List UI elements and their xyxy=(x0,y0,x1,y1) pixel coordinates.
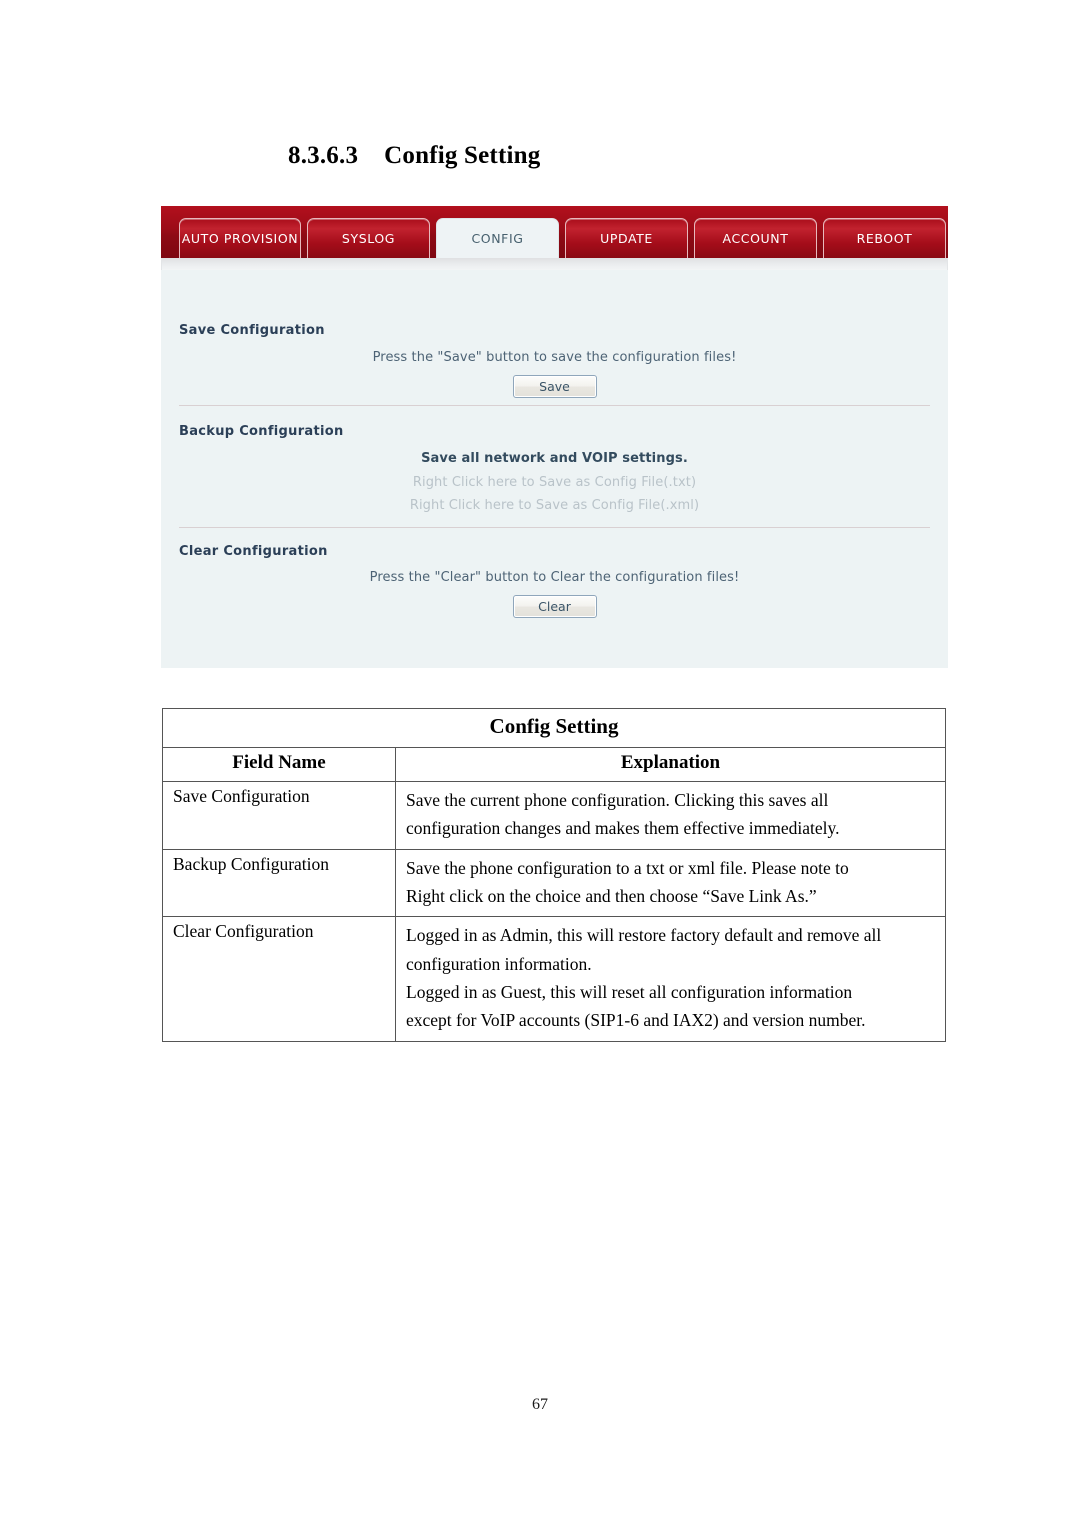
explanation-line: Logged in as Guest, this will reset all … xyxy=(406,982,853,1003)
explanation-line: configuration information. xyxy=(406,953,592,974)
clear-configuration-label: Clear Configuration xyxy=(179,544,328,559)
table-row: Backup Configuration Save the phone conf… xyxy=(162,848,946,918)
explanation-cell: Logged in as Admin, this will restore fa… xyxy=(395,916,946,1042)
table-title-row: Config Setting xyxy=(162,708,946,748)
tab-auto-provision[interactable]: AUTO PROVISION xyxy=(179,218,301,258)
tab-label: UPDATE xyxy=(600,231,653,246)
tab-update[interactable]: UPDATE xyxy=(565,218,688,258)
backup-link-xml[interactable]: Right Click here to Save as Config File(… xyxy=(179,498,930,513)
tab-label: AUTO PROVISION xyxy=(181,231,299,246)
save-configuration-description: Press the "Save" button to save the conf… xyxy=(372,350,737,365)
table-header-row: Field Name Explanation xyxy=(162,747,946,782)
tab-config[interactable]: CONFIG xyxy=(436,218,559,258)
section-title: Config Setting xyxy=(384,142,541,169)
webui-content-panel: Save Configuration Press the "Save" butt… xyxy=(161,270,948,668)
backup-link-txt[interactable]: Right Click here to Save as Config File(… xyxy=(179,475,930,490)
webui-screenshot: AUTO PROVISION SYSLOG CONFIG UPDATE ACCO… xyxy=(161,206,948,668)
tab-reboot[interactable]: REBOOT xyxy=(823,218,946,258)
clear-configuration-description: Press the "Clear" button to Clear the co… xyxy=(369,570,740,585)
column-header-field-name: Field Name xyxy=(162,747,396,782)
field-name-cell: Backup Configuration xyxy=(162,848,396,918)
page-number: 67 xyxy=(532,1396,548,1413)
explanation-line: except for VoIP accounts (SIP1-6 and IAX… xyxy=(406,1010,866,1031)
page-title: 8.3.6.3 Config Setting xyxy=(288,142,540,170)
section-number: 8.3.6.3 xyxy=(288,142,359,169)
table-title: Config Setting xyxy=(162,708,946,748)
explanation-cell: Save the phone configuration to a txt or… xyxy=(395,848,946,918)
column-header-explanation: Explanation xyxy=(395,747,946,782)
explanation-line: Save the current phone configuration. Cl… xyxy=(406,790,829,810)
table-row: Save Configuration Save the current phon… xyxy=(162,781,946,850)
section-divider xyxy=(179,527,930,528)
config-setting-table: Config Setting Field Name Explanation Sa… xyxy=(162,708,946,1042)
explanation-line: Logged in as Admin, this will restore fa… xyxy=(406,925,882,946)
explanation-line: configuration changes and makes them eff… xyxy=(406,818,840,839)
tab-label: SYSLOG xyxy=(341,231,396,246)
explanation-cell: Save the current phone configuration. Cl… xyxy=(395,781,946,850)
tab-label: CONFIG xyxy=(471,231,524,246)
save-button[interactable]: Save xyxy=(512,375,597,398)
tab-label: ACCOUNT xyxy=(722,231,789,246)
table-row: Clear Configuration Logged in as Admin, … xyxy=(162,916,946,1042)
field-name-cell: Save Configuration xyxy=(162,781,396,850)
save-configuration-label: Save Configuration xyxy=(179,323,325,338)
backup-configuration-description: Save all network and VOIP settings. xyxy=(421,451,688,466)
webui-tab-bar: AUTO PROVISION SYSLOG CONFIG UPDATE ACCO… xyxy=(161,206,948,258)
tab-account[interactable]: ACCOUNT xyxy=(694,218,817,258)
section-divider xyxy=(179,405,930,406)
tab-list: AUTO PROVISION SYSLOG CONFIG UPDATE ACCO… xyxy=(179,212,948,258)
tab-label: REBOOT xyxy=(856,231,913,246)
save-button-wrap: Save xyxy=(179,369,930,398)
clear-button[interactable]: Clear xyxy=(512,595,597,618)
tab-syslog[interactable]: SYSLOG xyxy=(307,218,430,258)
field-name-cell: Clear Configuration xyxy=(162,916,396,1042)
backup-configuration-label: Backup Configuration xyxy=(179,424,344,439)
explanation-line: Right click on the choice and then choos… xyxy=(406,886,817,907)
clear-button-wrap: Clear xyxy=(179,589,930,618)
tab-bar-underline xyxy=(161,258,948,270)
explanation-line: Save the phone configuration to a txt or… xyxy=(406,857,849,878)
